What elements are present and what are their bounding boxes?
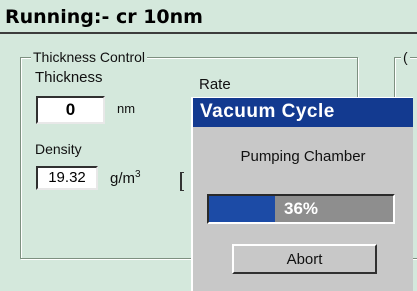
thickness-value-field[interactable]: 0 [36, 96, 105, 124]
density-value-field[interactable]: 19.32 [36, 166, 98, 190]
right-group-legend: ( [401, 49, 410, 65]
vacuum-cycle-dialog: Vacuum Cycle Pumping Chamber 36% Abort [191, 97, 413, 291]
density-label: Density [35, 141, 82, 157]
density-unit-exponent: 3 [135, 169, 141, 180]
progress-bar: 36% [207, 194, 395, 224]
thickness-unit: nm [117, 101, 136, 116]
density-unit-text: g/m [110, 170, 136, 187]
thickness-label: Thickness [35, 69, 103, 86]
status-text: Pumping Chamber [240, 148, 366, 165]
density-unit: g/m3 [110, 169, 141, 187]
partial-field-bracket [180, 172, 184, 191]
progress-label: 36% [283, 199, 319, 218]
density-value: 19.32 [48, 169, 86, 186]
thickness-control-legend: Thickness Control [31, 49, 148, 65]
abort-button[interactable]: Abort [232, 244, 377, 274]
rate-label: Rate [199, 76, 231, 93]
dialog-title-bar[interactable]: Vacuum Cycle [193, 98, 413, 127]
thickness-value: 0 [65, 100, 76, 119]
window-title: Running:- cr 10nm [0, 0, 417, 34]
